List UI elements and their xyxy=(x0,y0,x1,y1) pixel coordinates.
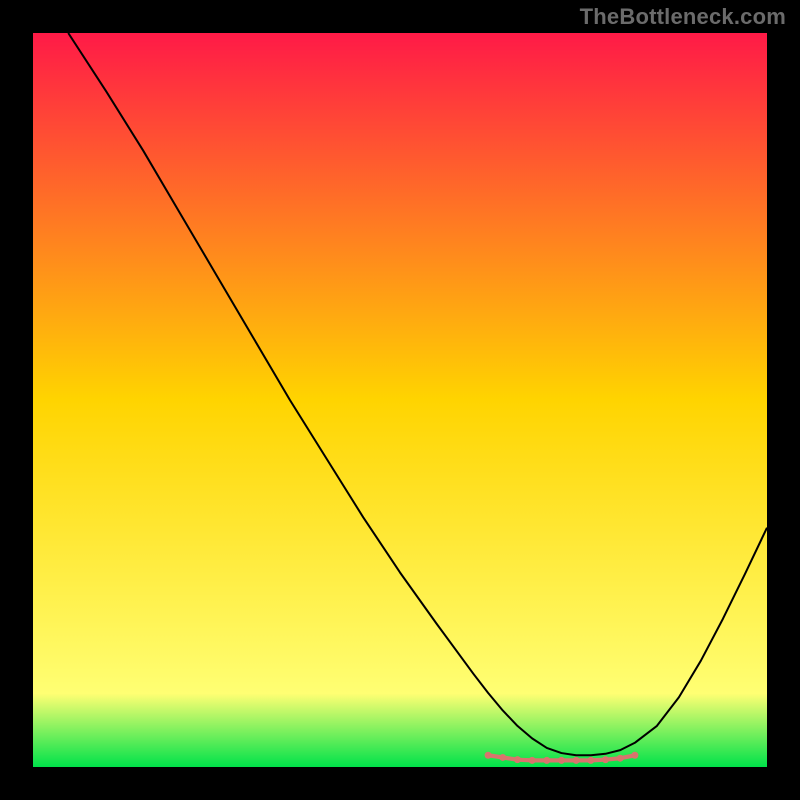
gradient-background xyxy=(33,33,767,767)
chart-svg xyxy=(33,33,767,767)
plot-area xyxy=(33,33,767,767)
optimal-zone-highlight-dot xyxy=(631,752,638,759)
watermark-text: TheBottleneck.com xyxy=(580,4,786,30)
chart-frame: TheBottleneck.com xyxy=(0,0,800,800)
